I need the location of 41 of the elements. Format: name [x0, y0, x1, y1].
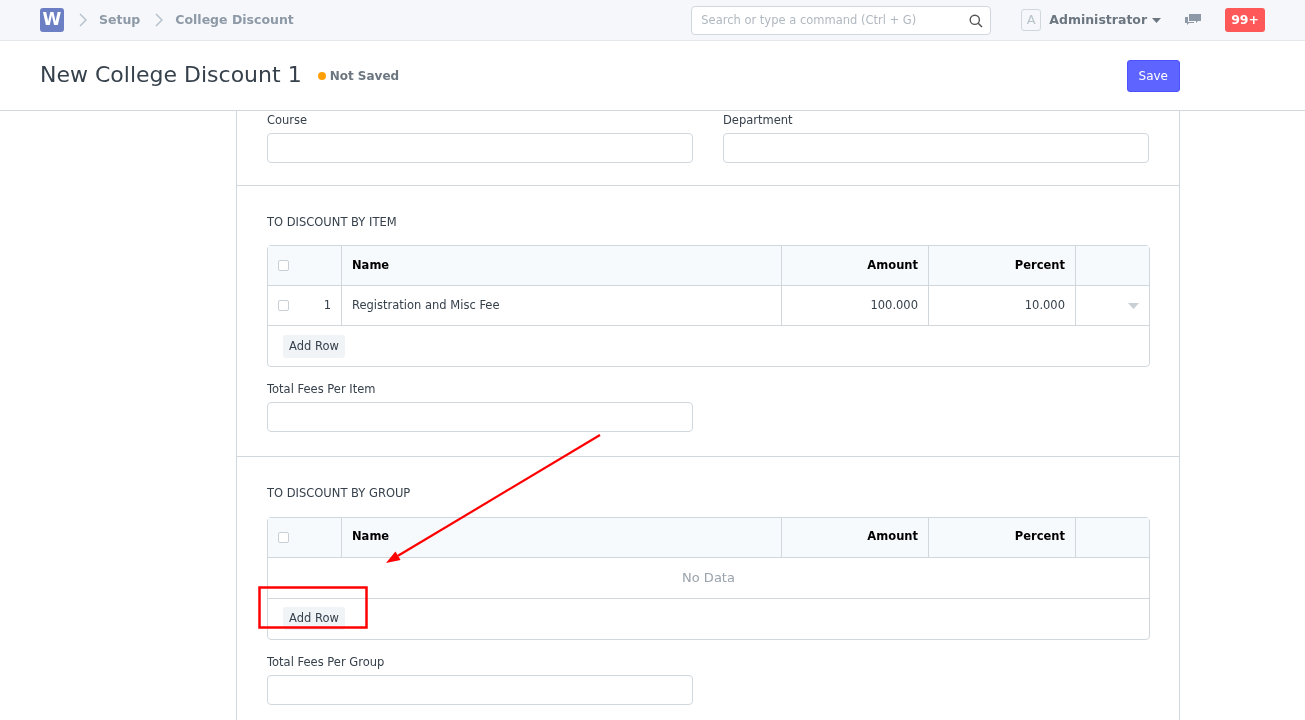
column-header: Name — [352, 257, 390, 275]
notification-badge[interactable]: 99+ — [1225, 7, 1265, 33]
search-field[interactable]: Search or type a command (Ctrl + G) — [691, 5, 992, 35]
table-cell: 10.000 — [1024, 297, 1065, 315]
input-field[interactable] — [723, 133, 1149, 163]
section-title: TO DISCOUNT BY ITEM — [267, 214, 398, 231]
checkbox[interactable] — [278, 300, 289, 312]
field-label: Total Fees Per Item — [267, 381, 377, 398]
breadcrumb-link[interactable]: College Discount — [175, 10, 294, 30]
input-field[interactable] — [267, 133, 693, 163]
field-label: Department — [723, 112, 794, 128]
column-header: Amount — [867, 528, 918, 546]
dropdown-icon[interactable] — [1128, 302, 1139, 309]
checkbox[interactable] — [278, 260, 289, 272]
table-cell: Registration and Misc Fee — [352, 297, 500, 315]
field-label: Course — [267, 112, 309, 128]
input-field[interactable] — [267, 402, 693, 433]
status-text: Not Saved — [329, 67, 400, 85]
chat-icon[interactable] — [1185, 13, 1202, 27]
column-header: Percent — [1014, 528, 1065, 546]
checkbox[interactable] — [278, 531, 289, 543]
search-icon — [969, 13, 984, 28]
save-button[interactable]: Save — [1126, 59, 1180, 92]
section-title: TO DISCOUNT BY GROUP — [267, 485, 412, 503]
user-menu[interactable]: Administrator — [1049, 10, 1162, 30]
chevron-icon — [155, 13, 164, 27]
caret-icon — [1152, 17, 1162, 23]
row-number: 1 — [323, 297, 331, 315]
breadcrumb-link[interactable]: Setup — [99, 10, 141, 30]
column-header: Name — [352, 528, 390, 546]
page-title: New College Discount 1 — [40, 62, 302, 89]
table-cell: 100.000 — [870, 297, 918, 315]
add-row-button[interactable]: Add Row — [283, 334, 345, 358]
input-field[interactable] — [267, 674, 693, 705]
column-header: Amount — [867, 257, 918, 275]
app-logo[interactable]: W — [40, 8, 64, 32]
column-header: Percent — [1014, 257, 1065, 275]
status-indicator — [317, 71, 326, 80]
chevron-icon — [79, 13, 87, 27]
field-label: Total Fees Per Group — [267, 653, 386, 670]
empty-message: No Data — [268, 557, 1149, 599]
